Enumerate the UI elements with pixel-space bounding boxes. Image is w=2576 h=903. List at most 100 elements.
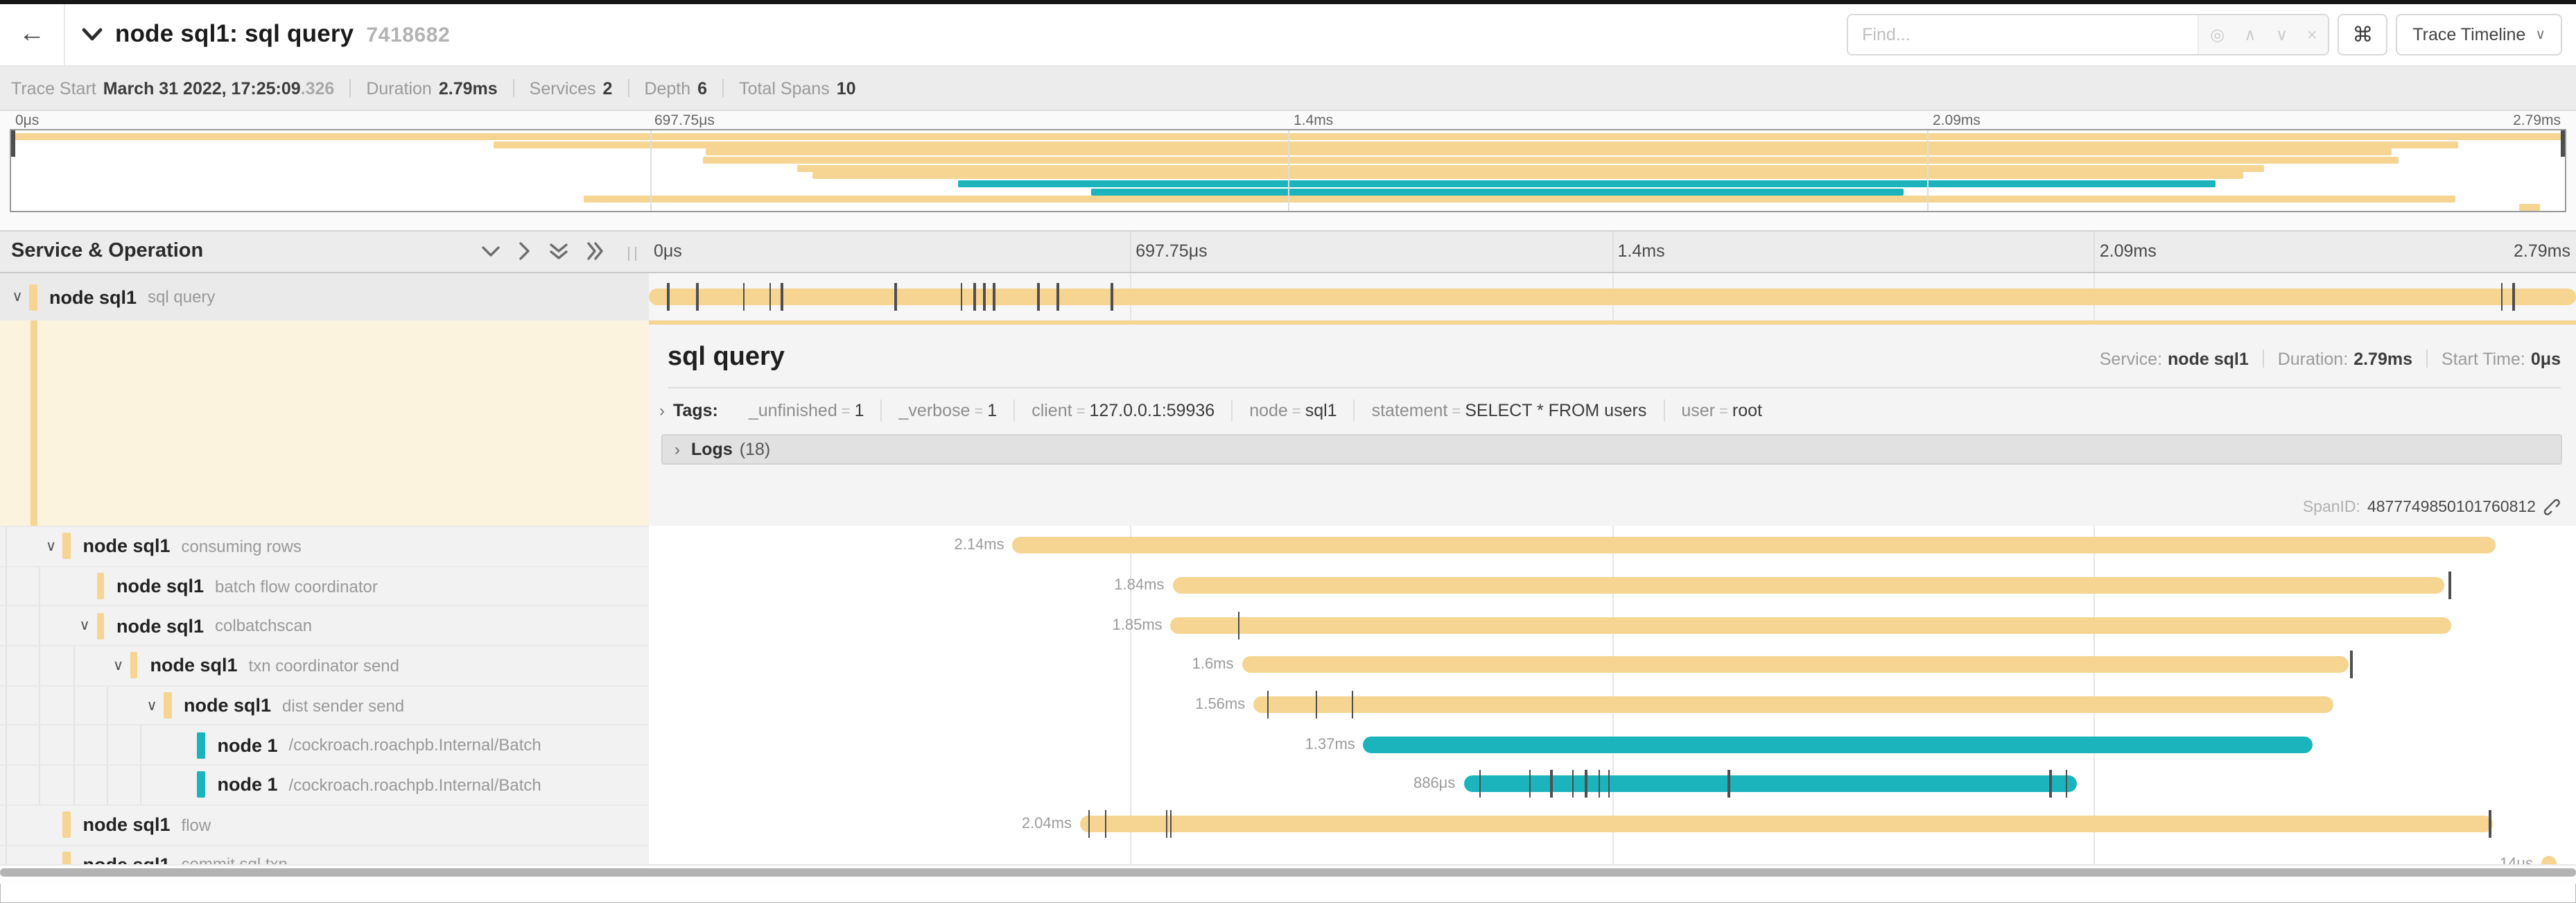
collapse-children-chevron-icon[interactable]: ∨ <box>40 538 63 555</box>
chevron-right-icon[interactable]: › <box>659 400 665 420</box>
log-marker-tick <box>769 282 772 310</box>
divider <box>513 79 514 97</box>
span-bar[interactable] <box>1171 617 2451 633</box>
gridline <box>1130 232 1131 271</box>
tag-list: _unfinished=1_verbose=1client=127.0.0.1:… <box>732 399 1779 421</box>
span-bar[interactable] <box>1242 657 2349 673</box>
collapse-one-icon[interactable] <box>480 246 500 258</box>
span-bar[interactable] <box>1172 577 2444 594</box>
span-bar[interactable] <box>1013 538 2496 554</box>
span-bar[interactable] <box>1463 776 2076 793</box>
collapse-children-chevron-icon[interactable]: ∨ <box>6 289 29 306</box>
start-time-meta: Start Time:0μs <box>2442 349 2561 368</box>
tree-indent-guide <box>73 726 107 764</box>
operation-name: batch flow coordinator <box>215 576 378 596</box>
tag-item: user=root <box>1663 399 1779 421</box>
logs-toggle[interactable]: › Logs (18) <box>661 433 2562 464</box>
tag-item: statement=SELECT * FROM users <box>1354 399 1664 421</box>
expand-one-icon[interactable] <box>518 242 530 261</box>
span-bar[interactable] <box>1080 816 2493 832</box>
trace-view-selector[interactable]: Trace Timeline ∨ <box>2396 14 2562 55</box>
tree-indent-guide <box>40 567 73 605</box>
back-button[interactable]: ← <box>0 3 65 65</box>
collapse-children-chevron-icon[interactable]: ∨ <box>140 697 164 714</box>
log-marker-tick <box>2050 771 2052 798</box>
span-duration-label: 2.04ms <box>1022 805 1072 844</box>
collapse-trace-chevron-icon[interactable] <box>82 24 103 49</box>
locate-icon[interactable]: ◎ <box>2210 25 2225 44</box>
span-row-timeline-cell[interactable]: 1.85ms <box>648 605 2576 645</box>
column-resizer-handle[interactable] <box>627 247 636 261</box>
tree-indent-guide <box>107 726 141 764</box>
span-bar[interactable] <box>648 288 2576 304</box>
prev-match-icon[interactable]: ∧ <box>2244 25 2256 44</box>
span-row-name-cell[interactable]: ∨node sql1txn coordinator send <box>0 645 648 685</box>
span-row-timeline-cell[interactable]: 1.37ms <box>648 725 2576 764</box>
span-bar[interactable] <box>1253 696 2333 713</box>
viewport-right-handle[interactable] <box>2561 130 2565 157</box>
tags-row: › Tags: _unfinished=1_verbose=1client=12… <box>648 388 2576 421</box>
divider <box>349 79 351 97</box>
trace-view-label: Trace Timeline <box>2412 25 2525 44</box>
span-row-timeline-cell[interactable]: 1.6ms <box>648 645 2576 685</box>
log-marker-tick <box>1267 691 1269 719</box>
span-row-name-cell[interactable]: ∨node sql1dist sender send <box>0 685 648 725</box>
span-row-timeline-cell[interactable]: 2.04ms <box>648 805 2576 844</box>
log-marker-tick <box>1166 810 1168 838</box>
span-row-name-cell[interactable]: node sql1flow <box>0 805 648 844</box>
collapse-all-icon[interactable] <box>548 243 568 261</box>
span-row-name-cell[interactable]: ∨node sql1consuming rows <box>0 526 648 565</box>
span-row-timeline-cell[interactable]: 886μs <box>648 764 2576 804</box>
log-marker-tick <box>1238 611 1240 639</box>
tree-indent-guide <box>40 607 73 645</box>
span-row-timeline-cell[interactable]: 1.84ms <box>648 565 2576 605</box>
span-bar[interactable] <box>1364 736 2312 752</box>
span-row-timeline-cell[interactable]: 2.14ms <box>648 526 2576 565</box>
clear-find-icon[interactable]: × <box>2307 25 2317 44</box>
span-detail-panel: sql query Service:node sql1 Duration:2.7… <box>648 320 2576 526</box>
span-row: ∨node sql1consuming rows2.14ms <box>0 526 2576 565</box>
collapse-children-chevron-icon[interactable]: ∨ <box>107 657 130 674</box>
log-marker-tick <box>1315 691 1317 719</box>
span-row-name-cell[interactable]: ∨node sql1colbatchscan <box>0 605 648 645</box>
page-header: ← node sql1: sql query 7418682 ◎ ∧ ∨ × ⌘ <box>0 3 2576 67</box>
span-row: ∨node sql1sql query <box>0 273 2576 320</box>
keyboard-shortcuts-button[interactable]: ⌘ <box>2338 14 2387 55</box>
find-input[interactable] <box>1848 15 2198 54</box>
span-row-name-cell[interactable]: node sql1batch flow coordinator <box>0 565 648 605</box>
service-name: node 1 <box>218 735 278 756</box>
service-name: node 1 <box>218 775 278 796</box>
scrollbar-thumb[interactable] <box>0 868 2576 877</box>
service-color-bar <box>198 772 205 798</box>
log-marker-tick <box>974 282 976 310</box>
log-marker-tick <box>1529 771 1531 798</box>
span-row-timeline-cell[interactable]: 1.56ms <box>648 685 2576 725</box>
copy-link-icon[interactable] <box>2543 498 2561 516</box>
stat-depth: Depth 6 <box>644 78 707 98</box>
collapse-children-chevron-icon[interactable]: ∨ <box>73 617 96 634</box>
minimap-span <box>1091 188 1904 195</box>
log-marker-tick <box>1169 810 1172 838</box>
log-marker-tick <box>1088 810 1090 838</box>
trace-span-rows: ∨node sql1sql query sql query Service:no… <box>0 273 2576 884</box>
chevron-down-icon: ∨ <box>2535 27 2545 42</box>
span-row-name-cell[interactable]: ∨node sql1sql query <box>0 273 648 320</box>
page-title: node sql1: sql query <box>115 20 354 49</box>
span-row-name-cell[interactable]: node 1/cockroach.roachpb.Internal/Batch <box>0 725 648 764</box>
timeline-tick-label: 697.75μs <box>1135 241 1207 261</box>
minimap-span <box>494 141 2457 148</box>
horizontal-scrollbar[interactable] <box>0 864 2576 884</box>
tags-toggle[interactable]: Tags: <box>673 400 718 420</box>
command-icon: ⌘ <box>2352 22 2373 47</box>
tree-indent-guide <box>6 607 40 645</box>
expand-all-icon[interactable] <box>586 242 604 261</box>
viewport-left-handle[interactable] <box>11 130 15 157</box>
log-marker-tick <box>984 282 986 310</box>
next-match-icon[interactable]: ∨ <box>2276 25 2288 44</box>
minimap-canvas[interactable] <box>10 129 2566 212</box>
span-row-timeline-cell[interactable] <box>648 273 2576 320</box>
timeline-tick-label: 2.79ms <box>2514 241 2570 261</box>
stat-services: Services 2 <box>530 78 613 98</box>
operation-name: sql query <box>148 288 215 307</box>
span-row-name-cell[interactable]: node 1/cockroach.roachpb.Internal/Batch <box>0 764 648 804</box>
